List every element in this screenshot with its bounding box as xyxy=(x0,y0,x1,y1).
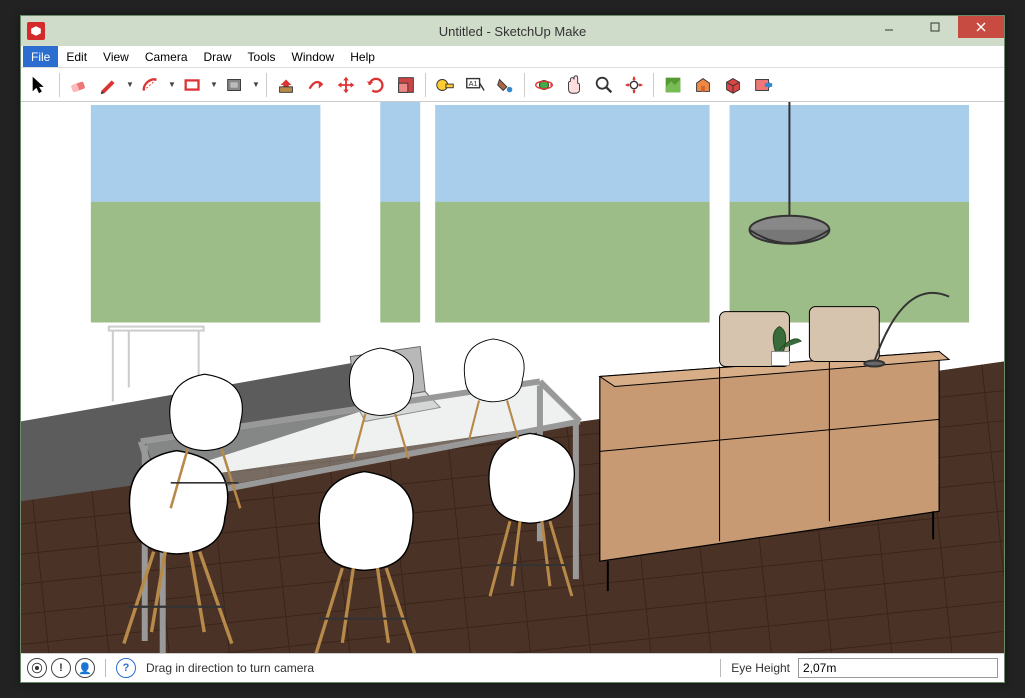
scale-tool[interactable] xyxy=(391,71,421,99)
eraser-tool[interactable] xyxy=(64,71,94,99)
pan-tool[interactable] xyxy=(559,71,589,99)
rotate-tool[interactable] xyxy=(361,71,391,99)
info-status-icon[interactable]: ! xyxy=(51,658,71,678)
orbit-tool[interactable] xyxy=(529,71,559,99)
separator xyxy=(105,659,106,677)
toolbar-separator xyxy=(524,73,525,97)
select-tool[interactable] xyxy=(25,71,55,99)
measurement-label: Eye Height xyxy=(731,661,790,675)
minimize-button[interactable] xyxy=(866,16,912,38)
toolbar-separator xyxy=(266,73,267,97)
pencil-tool[interactable] xyxy=(94,71,124,99)
maximize-button[interactable] xyxy=(912,16,958,38)
share-tool[interactable] xyxy=(748,71,778,99)
toolbar: ▼ ▼ ▼ ▼ A1 xyxy=(21,68,1004,102)
measurement-input[interactable] xyxy=(798,658,998,678)
window-title: Untitled - SketchUp Make xyxy=(439,24,586,39)
zoom-tool[interactable] xyxy=(589,71,619,99)
menu-camera[interactable]: Camera xyxy=(137,46,196,67)
menubar: FileEditViewCameraDrawToolsWindowHelp xyxy=(21,46,1004,68)
tape-tool[interactable] xyxy=(430,71,460,99)
move-tool[interactable] xyxy=(331,71,361,99)
geolocation-tool[interactable] xyxy=(658,71,688,99)
status-hint: Drag in direction to turn camera xyxy=(146,661,314,675)
menu-help[interactable]: Help xyxy=(342,46,383,67)
help-status-icon[interactable]: ? xyxy=(116,658,136,678)
rectangle-tool[interactable] xyxy=(178,71,208,99)
menu-edit[interactable]: Edit xyxy=(58,46,95,67)
menu-tools[interactable]: Tools xyxy=(240,46,284,67)
arc-tool[interactable] xyxy=(136,71,166,99)
pushpull-tool[interactable] xyxy=(271,71,301,99)
toolbar-separator xyxy=(59,73,60,97)
pencil-tool-dropdown[interactable]: ▼ xyxy=(124,71,136,99)
toolbar-separator xyxy=(425,73,426,97)
circle-tool[interactable] xyxy=(220,71,250,99)
menu-window[interactable]: Window xyxy=(284,46,343,67)
separator xyxy=(720,659,721,677)
warehouse-tool[interactable] xyxy=(688,71,718,99)
menu-draw[interactable]: Draw xyxy=(196,46,240,67)
followme-tool[interactable] xyxy=(301,71,331,99)
paint-tool[interactable] xyxy=(490,71,520,99)
app-icon xyxy=(27,22,45,40)
menu-file[interactable]: File xyxy=(23,46,58,67)
menu-view[interactable]: View xyxy=(95,46,137,67)
text-tool[interactable]: A1 xyxy=(460,71,490,99)
app-window: Untitled - SketchUp Make FileEditViewCam… xyxy=(20,15,1005,683)
extensions-tool[interactable] xyxy=(718,71,748,99)
arc-tool-dropdown[interactable]: ▼ xyxy=(166,71,178,99)
toolbar-separator xyxy=(653,73,654,97)
zoom-extents-tool[interactable] xyxy=(619,71,649,99)
close-button[interactable] xyxy=(958,16,1004,38)
svg-text:A1: A1 xyxy=(469,78,478,87)
circle-tool-dropdown[interactable]: ▼ xyxy=(250,71,262,99)
geo-status-icon[interactable]: ⦿ xyxy=(27,658,47,678)
viewport[interactable] xyxy=(21,102,1004,654)
rectangle-tool-dropdown[interactable]: ▼ xyxy=(208,71,220,99)
statusbar: ⦿ ! 👤 ? Drag in direction to turn camera… xyxy=(21,654,1004,682)
user-status-icon[interactable]: 👤 xyxy=(75,658,95,678)
titlebar: Untitled - SketchUp Make xyxy=(21,16,1004,46)
